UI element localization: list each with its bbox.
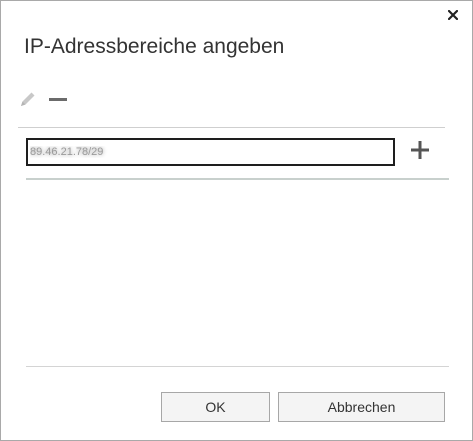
dialog-title: IP-Adressbereiche angeben bbox=[24, 35, 285, 58]
plus-icon bbox=[410, 140, 430, 165]
footer-divider bbox=[26, 366, 449, 367]
toolbar bbox=[18, 89, 68, 114]
cancel-button[interactable]: Abbrechen bbox=[278, 392, 445, 422]
ip-range-dialog: IP-Adressbereiche angeben 89.46.21.78/29… bbox=[0, 0, 473, 441]
close-button[interactable] bbox=[444, 7, 462, 25]
ip-range-list[interactable] bbox=[26, 181, 449, 364]
edit-button[interactable] bbox=[18, 89, 38, 114]
add-button[interactable] bbox=[405, 139, 435, 165]
list-header-divider bbox=[26, 178, 449, 180]
remove-button[interactable] bbox=[48, 89, 68, 114]
close-icon bbox=[447, 7, 459, 25]
ok-button[interactable]: OK bbox=[161, 392, 270, 422]
pencil-icon bbox=[18, 89, 38, 114]
minus-icon bbox=[48, 89, 68, 114]
toolbar-divider bbox=[18, 127, 445, 128]
ip-address-input[interactable] bbox=[26, 138, 395, 166]
